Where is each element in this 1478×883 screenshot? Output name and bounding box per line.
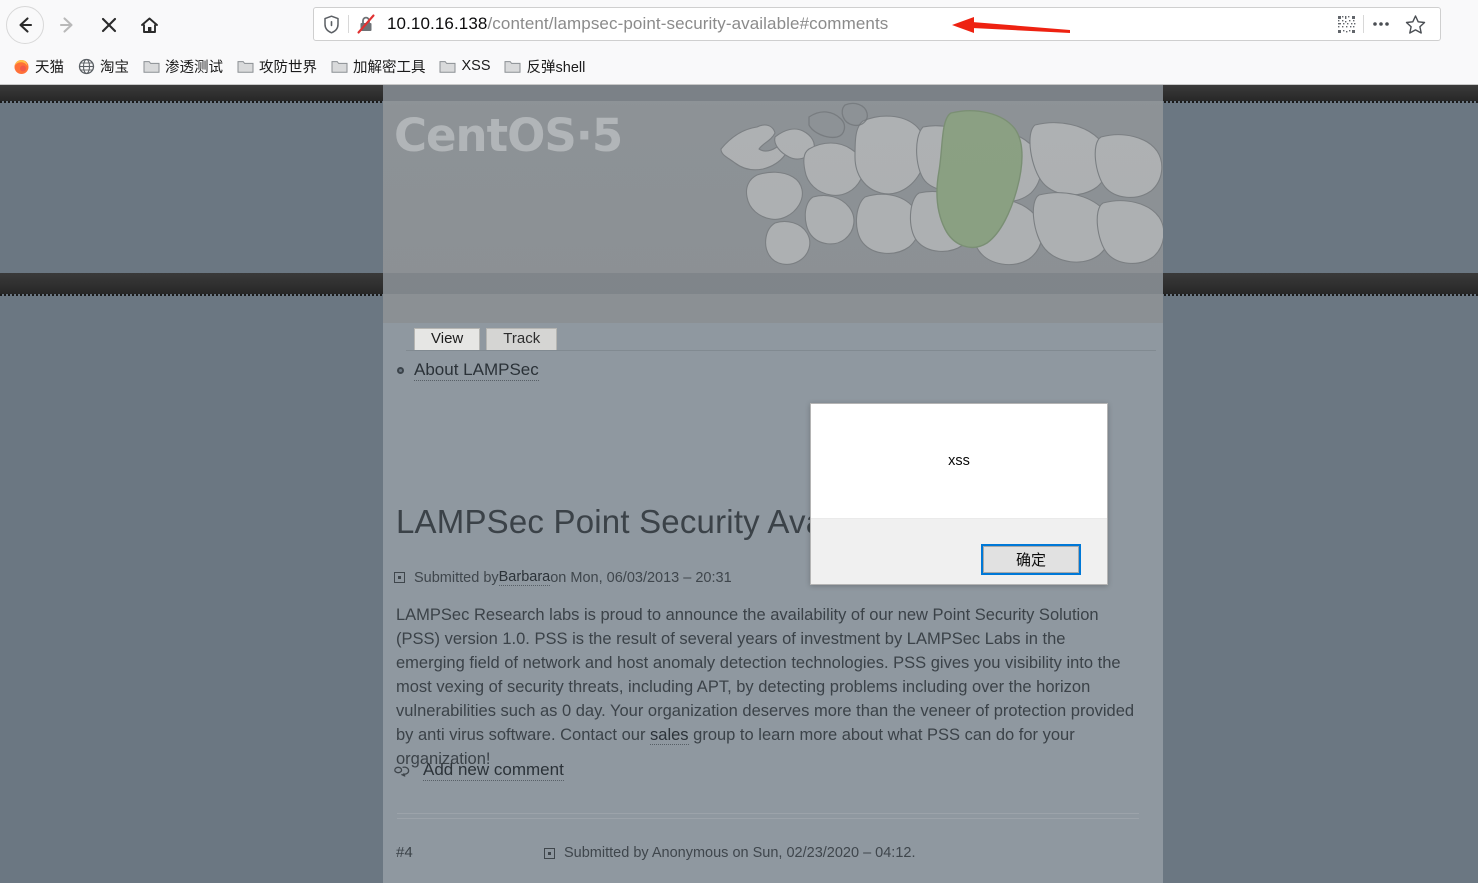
dialog-button-bar: 确定: [811, 518, 1107, 584]
bookmark-folder-reverse-shell[interactable]: 反弹shell: [500, 53, 593, 79]
folder-icon: [142, 57, 160, 75]
bookmark-item-tmall[interactable]: 天猫: [8, 53, 71, 79]
bullet-circle-icon: [397, 367, 404, 374]
bookmark-folder-pentest[interactable]: 渗透测试: [138, 53, 230, 79]
back-button-highlight: [6, 6, 44, 44]
bookmark-label: 反弹shell: [526, 59, 586, 76]
comment-bubble-icon: [394, 766, 410, 777]
bookmark-label: 渗透测试: [165, 59, 223, 76]
dialog-message-area: xss: [811, 404, 1107, 518]
submitted-prefix: Submitted by: [414, 569, 499, 586]
web-page-viewport: CentOS·5 View Track About LAMPSec LAMPSe…: [0, 85, 1478, 883]
javascript-alert-dialog: xss 确定: [810, 403, 1108, 585]
stop-button[interactable]: [90, 6, 128, 44]
article-submitted-line: Submitted by Barbara on Mon, 06/03/2013 …: [394, 569, 732, 586]
sales-link[interactable]: sales: [650, 726, 689, 745]
forward-arrow-icon: [59, 17, 73, 33]
forward-button[interactable]: [48, 6, 86, 44]
bookmark-label: 天猫: [35, 59, 64, 76]
dialog-ok-button[interactable]: 确定: [981, 544, 1081, 575]
bookmark-label: 淘宝: [100, 59, 129, 76]
bookmark-folder-xss[interactable]: XSS: [435, 53, 498, 79]
navigation-toolbar: 10.10.16.138/content/lampsec-point-secur…: [0, 0, 1478, 48]
browser-chrome: 10.10.16.138/content/lampsec-point-secur…: [0, 0, 1478, 85]
broken-lock-icon: [357, 14, 375, 34]
star-glyph: [1405, 14, 1425, 34]
folder-icon: [439, 57, 457, 75]
bookmark-label: XSS: [461, 58, 491, 74]
qr-code-icon[interactable]: [1329, 7, 1363, 41]
ellipsis-menu-icon[interactable]: [1364, 7, 1398, 41]
globe-icon: [77, 57, 95, 75]
bookmark-label: 攻防世界: [259, 59, 317, 76]
url-path: /content/lampsec-point-security-availabl…: [487, 14, 889, 33]
comment-submitted-line: Submitted by Anonymous on Sun, 02/23/202…: [544, 845, 915, 861]
tracking-protection-shield-icon[interactable]: [314, 14, 348, 34]
author-link[interactable]: Barbara: [498, 569, 551, 586]
article-body-part-1: LAMPSec Research labs is proud to announ…: [396, 606, 1135, 744]
shield-icon: [323, 14, 339, 34]
firefox-icon: [12, 57, 30, 75]
node-square-icon: [544, 847, 555, 859]
comments-divider-line-2: [397, 818, 1139, 819]
close-x-icon: [101, 17, 117, 33]
bookmark-item-taobao[interactable]: 淘宝: [73, 53, 136, 79]
insecure-connection-icon[interactable]: [349, 14, 383, 34]
comments-divider-line-1: [397, 813, 1139, 814]
about-lampsec-link[interactable]: About LAMPSec: [414, 360, 539, 381]
node-square-icon: [394, 572, 405, 583]
menu-item-about-lampsec[interactable]: About LAMPSec: [397, 360, 539, 381]
page-body: About LAMPSec LAMPSec Point Security Ava…: [0, 85, 1478, 883]
home-button[interactable]: [130, 6, 168, 44]
comment-permalink-number[interactable]: #4: [396, 844, 413, 861]
folder-icon: [504, 57, 522, 75]
back-button[interactable]: [6, 6, 44, 44]
qr-code-glyph: [1337, 15, 1355, 33]
add-new-comment-row[interactable]: Add new comment: [394, 760, 564, 781]
dialog-message-text: xss: [948, 453, 970, 469]
ellipsis-glyph: [1373, 22, 1389, 26]
star-bookmark-icon[interactable]: [1398, 7, 1432, 41]
folder-icon: [330, 57, 348, 75]
url-bar-actions: [1329, 8, 1440, 40]
page-title: LAMPSec Point Security Ava: [396, 503, 825, 540]
bookmark-folder-ctf[interactable]: 攻防世界: [232, 53, 324, 79]
home-icon: [140, 17, 158, 33]
submitted-suffix: on Mon, 06/03/2013 – 20:31: [550, 569, 732, 586]
bookmark-label: 加解密工具: [353, 59, 426, 76]
url-text[interactable]: 10.10.16.138/content/lampsec-point-secur…: [383, 14, 1329, 34]
article-body: LAMPSec Research labs is proud to announ…: [396, 603, 1138, 771]
url-bar[interactable]: 10.10.16.138/content/lampsec-point-secur…: [313, 7, 1441, 41]
add-new-comment-link[interactable]: Add new comment: [423, 760, 564, 781]
folder-icon: [236, 57, 254, 75]
bookmark-folder-crypto-tools[interactable]: 加解密工具: [326, 53, 433, 79]
url-host: 10.10.16.138: [387, 14, 488, 33]
bookmarks-toolbar: 天猫 淘宝 渗透测试 攻防世界 加解密工具 XSS 反弹shell: [0, 48, 1478, 84]
comment-submitted-text: Submitted by Anonymous on Sun, 02/23/202…: [564, 845, 916, 861]
